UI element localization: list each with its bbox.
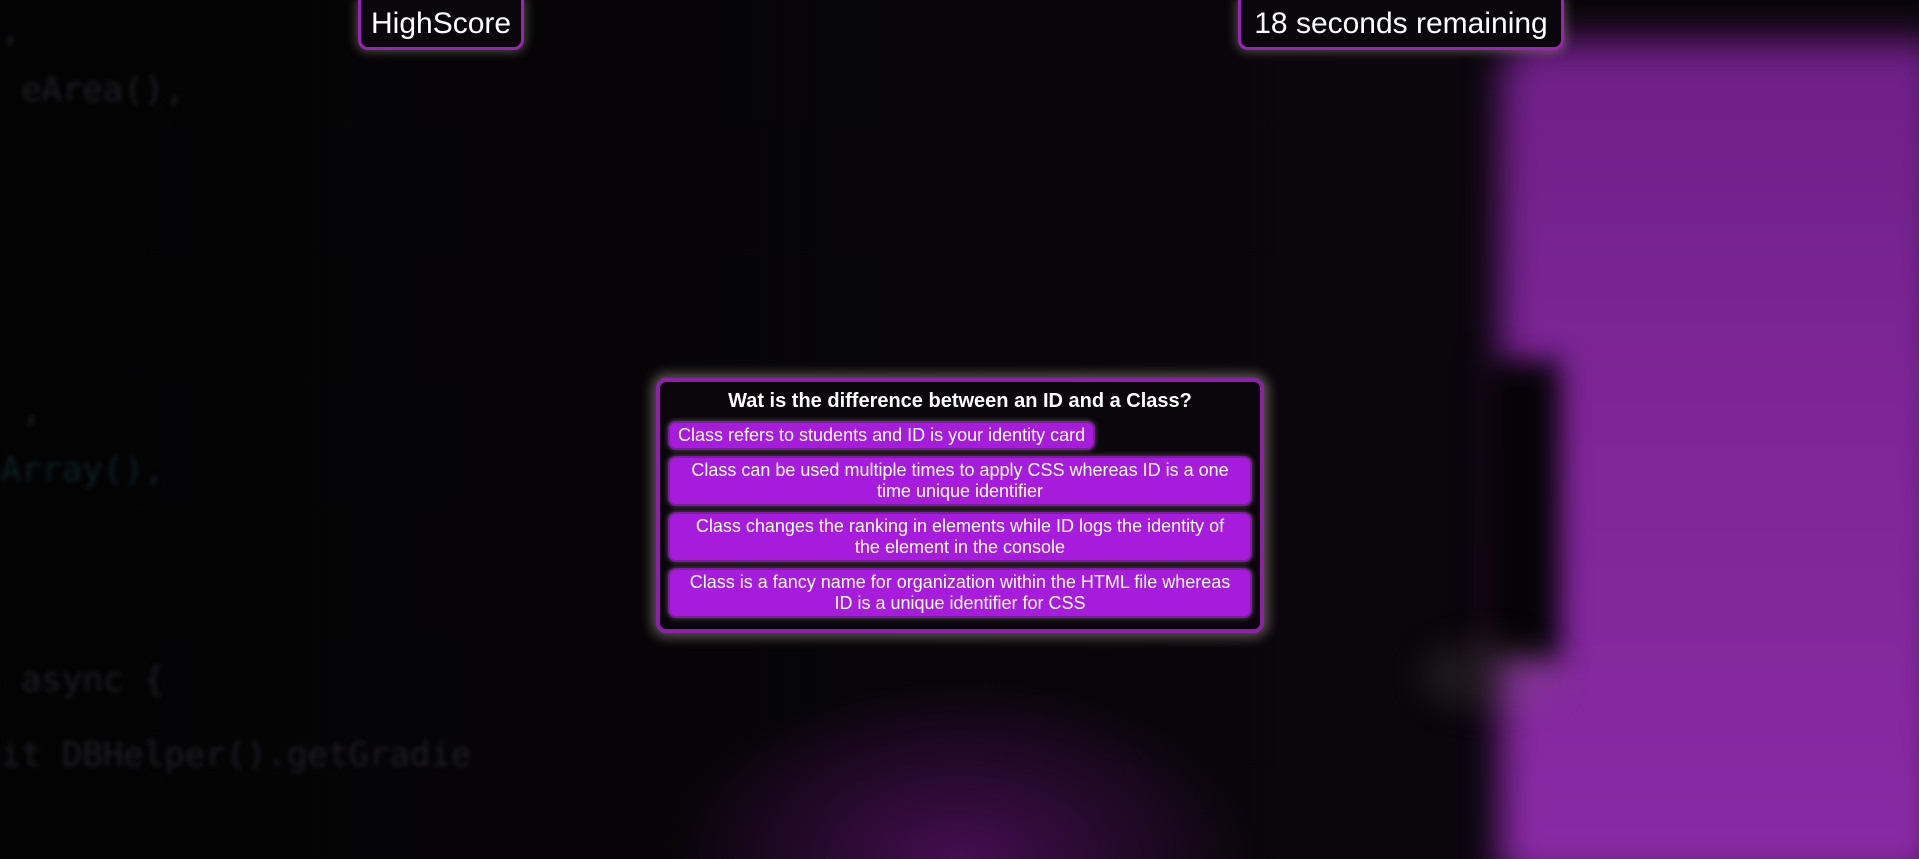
background-blur-panel	[1500, 40, 1919, 859]
answer-button-2[interactable]: Class can be used multiple times to appl…	[668, 456, 1252, 506]
highscore-link[interactable]: HighScore	[358, 0, 524, 50]
background-code-line: n async {	[0, 660, 165, 700]
answer-button-3[interactable]: Class changes the ranking in elements wh…	[668, 512, 1252, 562]
background-code-line: eArea(),	[0, 70, 185, 110]
question-text: Wat is the difference between an ID and …	[728, 390, 1192, 412]
background-code-line: a,	[0, 10, 21, 50]
background-blur-notch	[1480, 360, 1560, 660]
answer-button-4[interactable]: Class is a fancy name for organization w…	[668, 568, 1252, 618]
background-code-line: ait DBHelper().getGradie	[0, 735, 472, 775]
answer-list: Class refers to students and ID is your …	[668, 418, 1252, 621]
background-code-line: eArray(),	[0, 450, 165, 490]
answer-button-1[interactable]: Class refers to students and ID is your …	[668, 421, 1096, 450]
timer-display: 18 seconds remaining	[1238, 0, 1564, 50]
background-glow	[1420, 640, 1560, 710]
background-code-line: ,	[20, 390, 42, 430]
question-card: Wat is the difference between an ID and …	[656, 378, 1264, 633]
quiz-page: a, eArea(), , eArray(), n async { ait DB…	[0, 0, 1919, 859]
